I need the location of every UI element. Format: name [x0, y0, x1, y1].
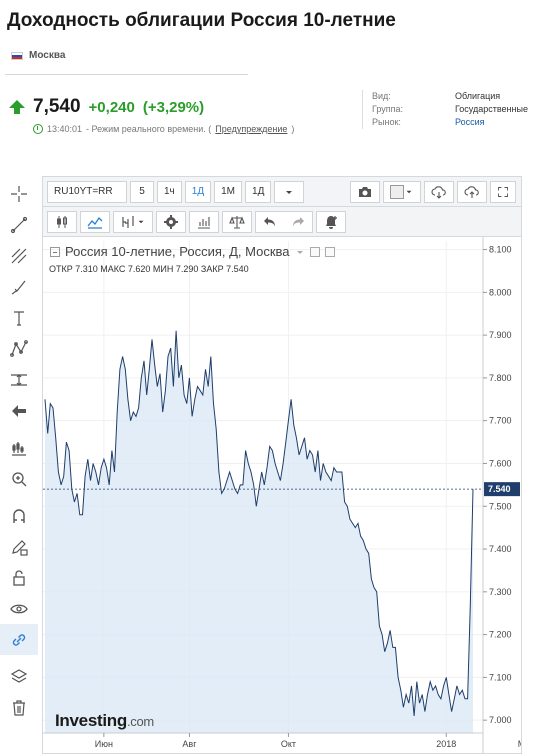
- pencil-lock-icon[interactable]: [0, 531, 38, 562]
- drawing-toolbar: [0, 178, 38, 723]
- divider: [5, 74, 248, 75]
- alert-icon[interactable]: [316, 210, 346, 233]
- exchange-label: Москва: [11, 50, 65, 61]
- color-swatch: [390, 184, 405, 199]
- y-tick-label: 7.600: [489, 458, 512, 468]
- interval-custom[interactable]: 1Д: [245, 180, 272, 203]
- chart-toolbar-bottom: [43, 207, 521, 237]
- y-tick-label: 7.700: [489, 416, 512, 426]
- quote-row: 7,540 +0,240 (+3,29%): [9, 96, 204, 118]
- lock-icon[interactable]: [0, 562, 38, 593]
- pitchfork-icon[interactable]: [0, 240, 38, 271]
- y-tick-label: 7.900: [489, 330, 512, 340]
- interval-dropdown-button[interactable]: [274, 180, 305, 203]
- eye-icon[interactable]: [0, 593, 38, 624]
- layers-icon[interactable]: [0, 661, 38, 692]
- zoom-candles-icon[interactable]: [0, 432, 38, 463]
- y-tick-label: 8.000: [489, 287, 512, 297]
- market-link[interactable]: Россия: [455, 116, 485, 129]
- zoom-in-icon[interactable]: [0, 463, 38, 494]
- clock-icon: [33, 124, 43, 134]
- y-tick-label: 7.800: [489, 373, 512, 383]
- page-title: Доходность облигации Россия 10-летние: [7, 10, 396, 31]
- instrument-meta: Вид: Облигация Группа: Государственные Р…: [362, 90, 528, 129]
- legend-settings-button[interactable]: [309, 246, 320, 257]
- interval-1d[interactable]: 1Д: [184, 180, 212, 203]
- camera-icon[interactable]: [350, 180, 381, 203]
- investing-logo: Investing.com: [55, 711, 154, 730]
- y-tick-label: 8.100: [489, 245, 512, 255]
- fullscreen-icon[interactable]: [490, 180, 517, 203]
- y-tick-label: 7.500: [489, 501, 512, 511]
- measure-icon[interactable]: [0, 364, 38, 395]
- price-chart[interactable]: 8.100 8.000 7.900 7.800 7.700 7.600 7.500 7.400…: [43, 237, 521, 753]
- indicators-icon[interactable]: [113, 210, 153, 233]
- price-change: +0,240: [88, 99, 135, 116]
- last-price-label: 7.540: [488, 484, 511, 494]
- x-tick-label: Мар: [518, 739, 521, 749]
- meta-group: Группа: Государственные: [372, 104, 528, 114]
- y-tick-label: 7.200: [489, 630, 512, 640]
- collapse-legend-icon[interactable]: [50, 246, 60, 257]
- interval-5[interactable]: 5: [130, 180, 154, 203]
- price-change-percent: (+3,29%): [142, 99, 205, 116]
- candles-icon[interactable]: [47, 210, 77, 233]
- color-picker-button[interactable]: [383, 180, 422, 203]
- legend-dropdown-icon[interactable]: [295, 247, 305, 257]
- chart-widget: RU10YT=RR 5 1ч 1Д 1М 1Д 8.100 8.000 7.900 7…: [42, 176, 522, 754]
- realtime-status: 13:40:01 - Режим реального времени. ( Пр…: [33, 124, 294, 134]
- series-area: [45, 330, 473, 733]
- area-chart-icon[interactable]: [80, 210, 110, 233]
- y-tick-label: 7.400: [489, 544, 512, 554]
- chart-legend: Россия 10-летние, Россия, Д, Москва: [50, 244, 335, 259]
- pattern-icon[interactable]: [0, 333, 38, 364]
- exchange-name: Москва: [29, 50, 66, 61]
- y-tick-label: 7.000: [489, 715, 512, 725]
- compare-icon[interactable]: [189, 210, 219, 233]
- undo-icon[interactable]: [255, 210, 285, 233]
- link-icon[interactable]: [0, 624, 38, 655]
- settings-gear-icon[interactable]: [156, 210, 186, 233]
- x-tick-label: Авг: [182, 739, 197, 749]
- legend-close-button[interactable]: [324, 246, 335, 257]
- text-icon[interactable]: [0, 302, 38, 333]
- brush-icon[interactable]: [0, 271, 38, 302]
- symbol-input[interactable]: RU10YT=RR: [47, 180, 127, 203]
- realtime-text: - Режим реального времени. (: [86, 124, 212, 134]
- crosshair-icon[interactable]: [0, 178, 38, 209]
- x-tick-label: 2018: [436, 739, 456, 749]
- redo-icon[interactable]: [284, 210, 313, 233]
- interval-1h[interactable]: 1ч: [157, 180, 182, 203]
- disclaimer-link[interactable]: Предупреждение: [215, 124, 287, 134]
- trash-icon[interactable]: [0, 692, 38, 723]
- scales-icon[interactable]: [222, 210, 252, 233]
- ohlc-values: ОТКР 7.310 МАКС 7.620 МИН 7.290 ЗАКР 7.5…: [49, 264, 249, 274]
- russia-flag-icon: [11, 51, 23, 60]
- quote-time: 13:40:01: [47, 124, 83, 134]
- meta-market: Рынок: Россия: [372, 116, 485, 129]
- magnet-icon[interactable]: [0, 500, 38, 531]
- trend-line-icon[interactable]: [0, 209, 38, 240]
- cloud-download-icon[interactable]: [424, 180, 455, 203]
- x-tick-label: Окт: [281, 739, 296, 749]
- cloud-upload-icon[interactable]: [457, 180, 488, 203]
- y-tick-label: 7.300: [489, 587, 512, 597]
- y-tick-label: 7.100: [489, 672, 512, 682]
- meta-type: Вид: Облигация: [372, 91, 501, 101]
- up-arrow-icon: [9, 100, 25, 114]
- chart-toolbar-top: RU10YT=RR 5 1ч 1Д 1М 1Д: [43, 177, 521, 207]
- back-arrow-icon[interactable]: [0, 395, 38, 426]
- realtime-close: ): [291, 124, 295, 134]
- x-tick-label: Июн: [95, 739, 113, 749]
- legend-title: Россия 10-летние, Россия, Д, Москва: [65, 244, 290, 259]
- last-price: 7,540: [33, 96, 81, 117]
- interval-1m[interactable]: 1М: [214, 180, 243, 203]
